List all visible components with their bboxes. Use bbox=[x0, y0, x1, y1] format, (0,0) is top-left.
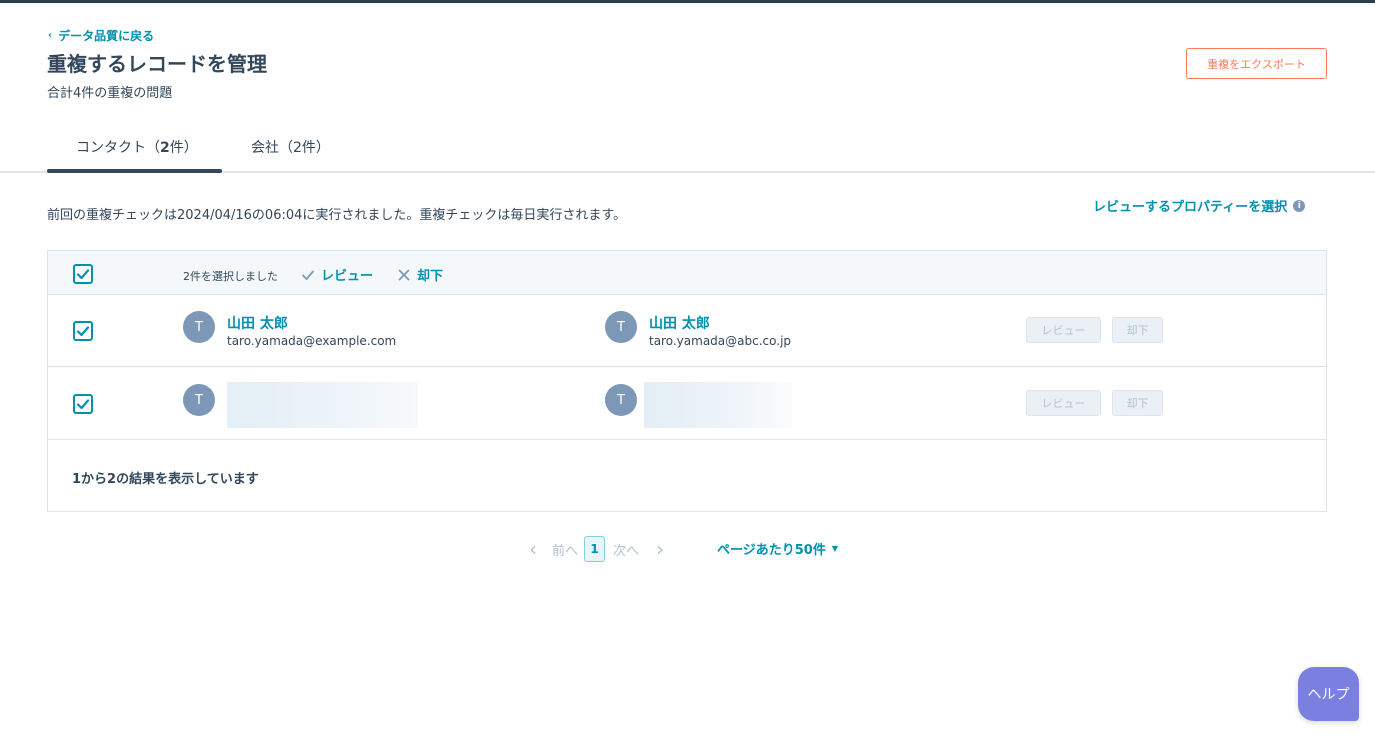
chevron-left-icon[interactable]: ‹ bbox=[524, 537, 542, 561]
avatar: T bbox=[183, 311, 215, 343]
select-properties-label: レビューするプロパティーを選択 bbox=[1093, 200, 1288, 215]
page-title: 重複するレコードを管理 bbox=[47, 52, 267, 76]
row-reject-button[interactable]: 却下 bbox=[1112, 390, 1163, 416]
record-type-tabs: コンタクト（2件） 会社（2件） bbox=[0, 120, 1375, 173]
row-checkbox[interactable] bbox=[73, 321, 93, 341]
prev-page-button[interactable]: 前へ bbox=[552, 540, 578, 559]
record-a-name-link[interactable]: 山田 太郎 bbox=[227, 313, 288, 333]
last-check-text: 前回の重複チェックは2024/04/16の06:04に実行されました。重複チェッ… bbox=[47, 208, 627, 223]
redacted-record-a bbox=[227, 382, 418, 428]
tab-contacts-count: 2 bbox=[160, 140, 170, 156]
next-page-button[interactable]: 次へ bbox=[613, 540, 639, 559]
export-duplicates-button[interactable]: 重複をエクスポート bbox=[1186, 48, 1327, 79]
page-subtitle: 合計4件の重複の問題 bbox=[47, 86, 173, 101]
select-properties-link[interactable]: レビューするプロパティーを選択 i bbox=[1093, 196, 1306, 215]
checkmark-icon bbox=[76, 326, 90, 337]
current-page[interactable]: 1 bbox=[584, 536, 606, 562]
per-page-label: ページあたり50件 bbox=[717, 543, 826, 558]
help-button[interactable]: ヘルプ bbox=[1298, 667, 1359, 721]
duplicates-table: 2件を選択しました レビュー 却下 T 山田 太郎 taro.yamada@ex… bbox=[47, 250, 1327, 512]
result-count-text: 1から2の結果を表示しています bbox=[72, 472, 259, 487]
checkmark-icon bbox=[76, 399, 90, 410]
caret-down-icon: ▼ bbox=[831, 544, 838, 553]
table-header: 2件を選択しました レビュー 却下 bbox=[48, 251, 1326, 295]
close-icon bbox=[398, 269, 410, 280]
bulk-review-label: レビュー bbox=[321, 269, 374, 284]
row-review-button[interactable]: レビュー bbox=[1026, 317, 1101, 343]
record-b-email: taro.yamada@abc.co.jp bbox=[649, 334, 792, 348]
table-row: T 山田 太郎 taro.yamada@example.com T 山田 太郎 … bbox=[48, 295, 1326, 367]
record-b-name-link[interactable]: 山田 太郎 bbox=[649, 313, 710, 333]
select-all-checkbox[interactable] bbox=[73, 264, 93, 284]
chevron-right-icon[interactable]: › bbox=[651, 537, 669, 561]
table-row: T T レビュー 却下 bbox=[48, 368, 1326, 440]
bulk-review-button[interactable]: レビュー bbox=[301, 265, 373, 284]
check-icon bbox=[302, 270, 314, 280]
tab-contacts[interactable]: コンタクト（2件） bbox=[76, 137, 198, 157]
avatar: T bbox=[183, 384, 215, 416]
record-a-email: taro.yamada@example.com bbox=[227, 334, 397, 348]
row-reject-button[interactable]: 却下 bbox=[1112, 317, 1163, 343]
back-to-data-quality-link[interactable]: ‹ データ品質に戻る bbox=[48, 27, 154, 44]
selected-count: 2件を選択しました bbox=[183, 270, 278, 283]
pagination: ‹ 前へ 1 次へ › bbox=[524, 536, 669, 562]
bulk-reject-label: 却下 bbox=[417, 269, 444, 284]
tab-companies[interactable]: 会社（2件） bbox=[251, 137, 330, 157]
bulk-reject-button[interactable]: 却下 bbox=[397, 265, 443, 284]
checkmark-icon bbox=[76, 269, 90, 280]
info-icon[interactable]: i bbox=[1293, 199, 1306, 212]
per-page-dropdown[interactable]: ページあたり50件 ▼ bbox=[717, 539, 838, 558]
chevron-left-icon: ‹ bbox=[48, 30, 53, 41]
back-link-label: データ品質に戻る bbox=[58, 29, 155, 43]
tab-contacts-suffix: 件） bbox=[169, 140, 198, 156]
row-checkbox[interactable] bbox=[73, 394, 93, 414]
row-review-button[interactable]: レビュー bbox=[1026, 390, 1101, 416]
redacted-record-b bbox=[644, 382, 792, 428]
top-bar bbox=[0, 0, 1375, 3]
tab-contacts-prefix: コンタクト（ bbox=[76, 140, 160, 156]
avatar: T bbox=[605, 311, 637, 343]
avatar: T bbox=[605, 384, 637, 416]
active-tab-indicator bbox=[47, 169, 222, 173]
